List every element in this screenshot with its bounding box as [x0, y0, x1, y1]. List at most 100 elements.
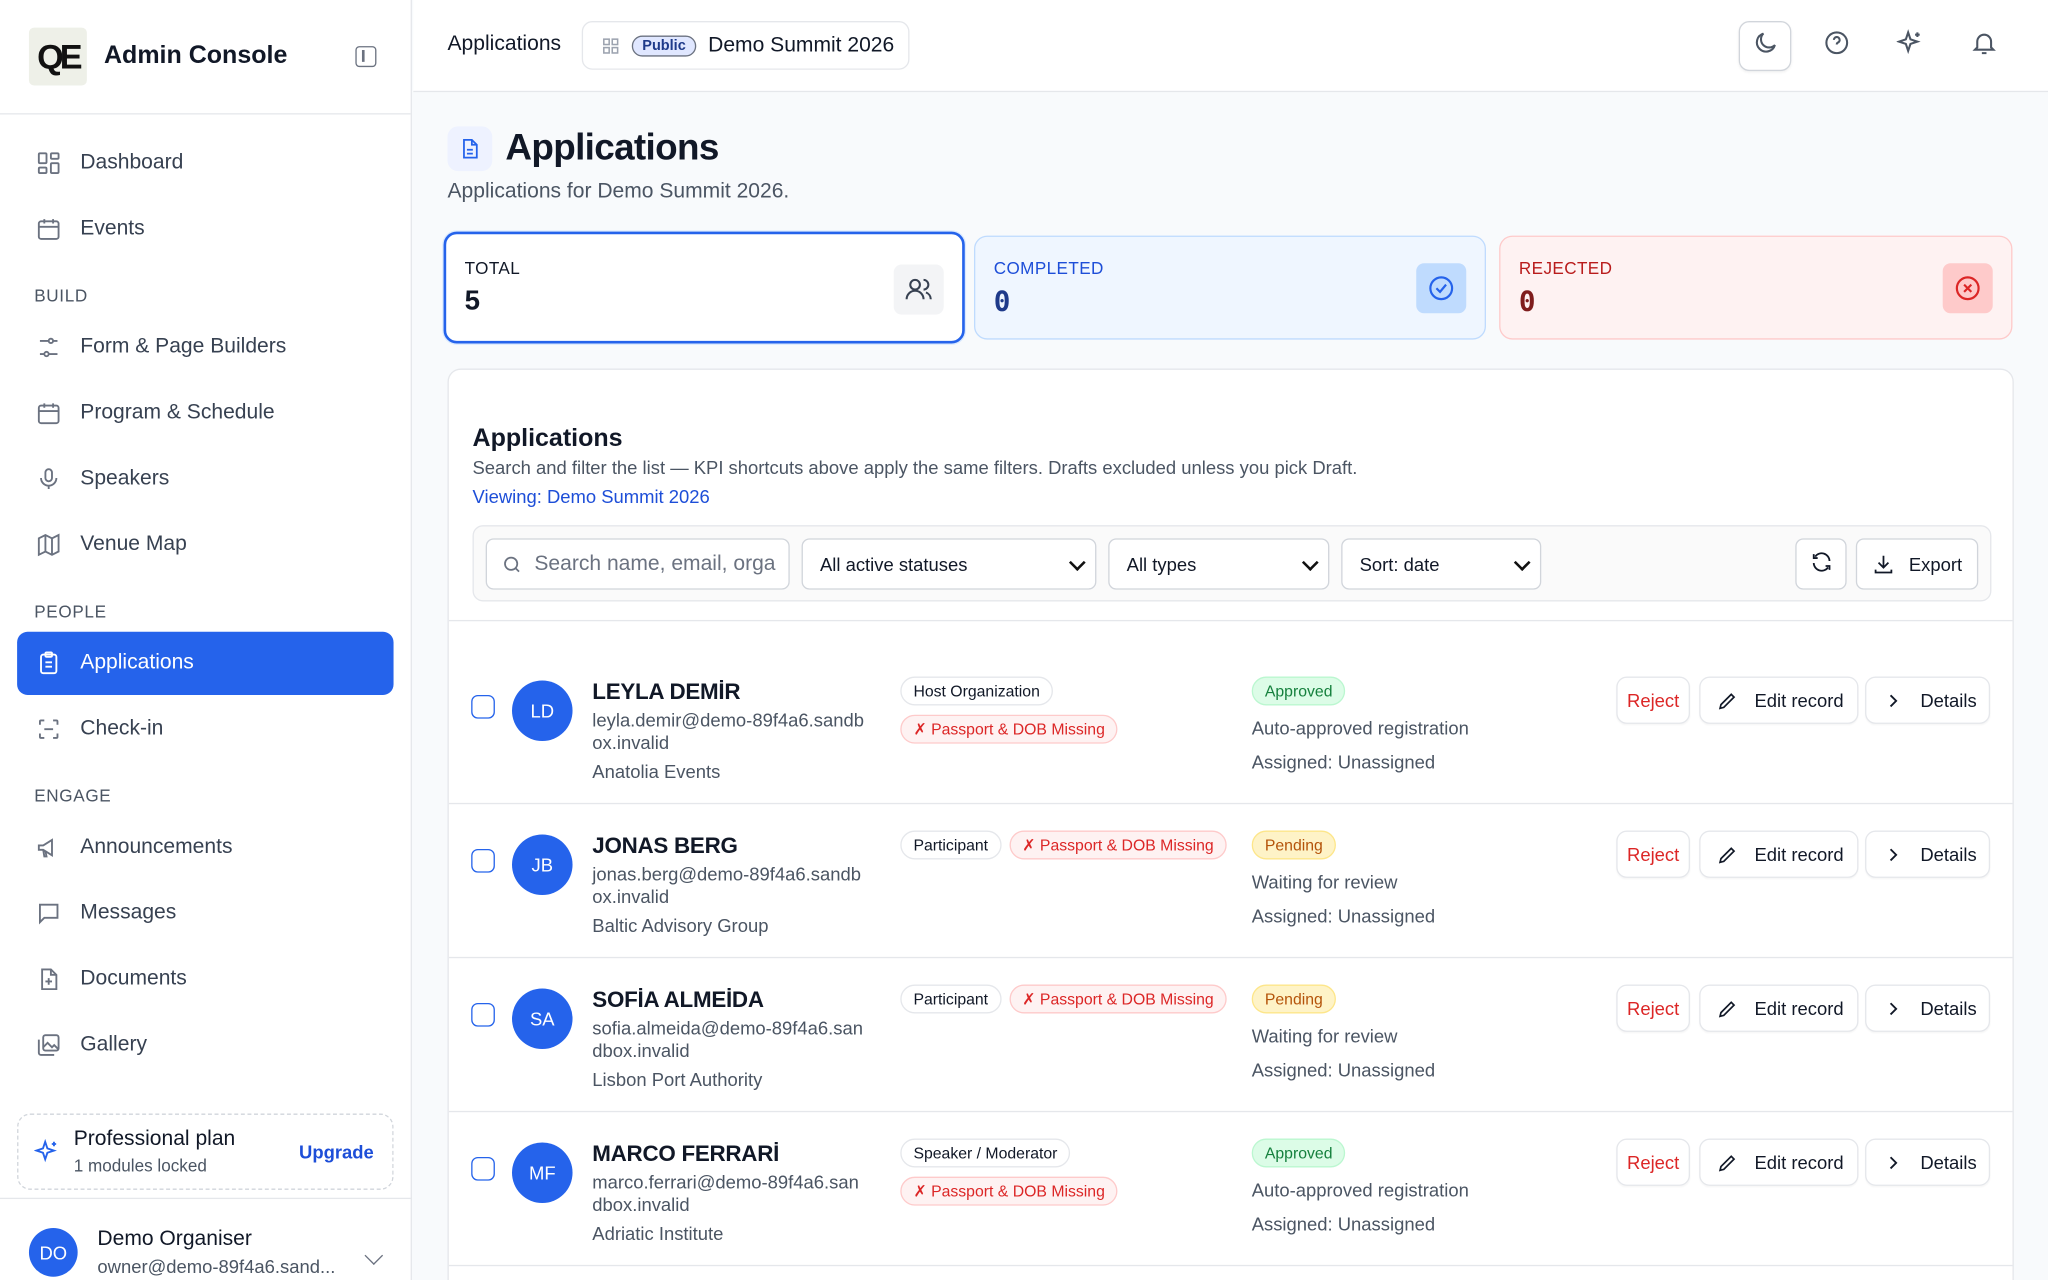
upgrade-link[interactable]: Upgrade — [299, 1141, 374, 1162]
chevron-right-icon — [1882, 997, 1920, 1019]
user-menu[interactable]: DO Demo Organiser owner@demo-89f4a6.sand… — [0, 1197, 412, 1280]
type-filter-select[interactable]: All types — [1108, 538, 1330, 590]
edit-record-button[interactable]: Edit record — [1699, 984, 1859, 1032]
sidebar-item-gallery[interactable]: Gallery — [17, 1013, 393, 1076]
applicant-org: Baltic Advisory Group — [592, 914, 769, 936]
sidebar-item-program-schedule[interactable]: Program & Schedule — [17, 382, 393, 445]
edit-record-button[interactable]: Edit record — [1699, 676, 1859, 724]
x-circle-icon — [1942, 263, 1993, 314]
kpi-rejected[interactable]: REJECTED 0 — [1499, 235, 2013, 340]
type-tag: Participant — [900, 984, 1002, 1014]
row-checkbox[interactable] — [471, 694, 495, 719]
clipboard-icon — [36, 650, 62, 676]
sidebar-section-people: PEOPLE — [34, 601, 107, 622]
row-checkbox[interactable] — [471, 1002, 495, 1027]
help-button[interactable] — [1810, 21, 1863, 71]
refresh-icon — [1809, 550, 1833, 578]
sparkle-icon — [1895, 29, 1924, 63]
kpi-value: 5 — [464, 285, 481, 316]
kpi-value: 0 — [993, 285, 1011, 318]
sidebar-item-messages[interactable]: Messages — [17, 882, 393, 945]
tag-list: Host Organization ✗ Passport & DOB Missi… — [900, 676, 1124, 744]
sidebar-item-announcements[interactable]: Announcements — [17, 816, 393, 879]
map-icon — [36, 532, 62, 558]
app-logo: QE — [28, 27, 87, 86]
event-switcher[interactable]: Public Demo Summit 2026 — [581, 21, 910, 70]
search-icon — [501, 554, 522, 575]
missing-doc-tag: ✗ Passport & DOB Missing — [1009, 830, 1227, 860]
users-icon — [893, 264, 944, 315]
sort-select[interactable]: Sort: date — [1341, 538, 1542, 590]
edit-label: Edit record — [1754, 843, 1844, 865]
grid-icon — [602, 36, 620, 54]
card-title: Applications — [472, 425, 623, 453]
download-icon — [1872, 552, 1896, 576]
moon-icon — [1751, 29, 1779, 63]
search-input[interactable] — [534, 552, 778, 576]
applicant-name[interactable]: SOFİA ALMEİDA — [592, 987, 764, 1013]
breadcrumb-event: Demo Summit 2026 — [708, 33, 895, 56]
sidebar-nav: Dashboard Events BUILD Form & Page Build… — [0, 115, 411, 1077]
breadcrumb-applications[interactable]: Applications — [448, 33, 562, 57]
edit-record-button[interactable]: Edit record — [1699, 830, 1859, 878]
sidebar-item-label: Speakers — [80, 467, 170, 490]
applications-card: Applications Search and filter the list … — [447, 368, 2014, 1280]
reject-button[interactable]: Reject — [1616, 830, 1691, 878]
chat-icon — [36, 900, 62, 926]
table-row: MF MARCO FERRARİ marco.ferrari@demo-89f4… — [448, 1112, 2013, 1267]
row-checkbox[interactable] — [471, 848, 495, 873]
row-checkbox[interactable] — [471, 1156, 495, 1181]
details-button[interactable]: Details — [1865, 984, 1991, 1032]
collapse-sidebar-icon[interactable] — [355, 46, 377, 68]
sliders-icon — [36, 334, 62, 360]
kpi-label: REJECTED — [1518, 257, 1613, 278]
details-button[interactable]: Details — [1865, 1138, 1991, 1186]
ai-assistant-button[interactable] — [1883, 21, 1936, 71]
details-button[interactable]: Details — [1865, 676, 1991, 724]
edit-label: Edit record — [1754, 1151, 1844, 1173]
details-button[interactable]: Details — [1865, 830, 1991, 878]
edit-record-button[interactable]: Edit record — [1699, 1138, 1859, 1186]
sidebar-item-venue-map[interactable]: Venue Map — [17, 513, 393, 576]
sidebar-item-documents[interactable]: Documents — [17, 948, 393, 1011]
reject-button[interactable]: Reject — [1616, 984, 1691, 1032]
theme-toggle-button[interactable] — [1738, 21, 1792, 72]
refresh-button[interactable] — [1795, 538, 1847, 590]
dashboard-icon — [36, 150, 62, 176]
pencil-icon — [1716, 1151, 1754, 1173]
applicant-name[interactable]: MARCO FERRARİ — [592, 1141, 779, 1167]
applications-list: LD LEYLA DEMİR leyla.demir@demo-89f4a6.s… — [448, 619, 2013, 1267]
export-button[interactable]: Export — [1855, 538, 1979, 590]
kpi-completed[interactable]: COMPLETED 0 — [973, 235, 1486, 340]
notifications-button[interactable] — [1957, 21, 2010, 71]
edit-label: Edit record — [1754, 689, 1844, 711]
sidebar-item-label: Venue Map — [80, 533, 187, 556]
details-label: Details — [1920, 689, 1977, 711]
kpi-total[interactable]: TOTAL 5 — [443, 231, 965, 344]
assignee: Assigned: Unassigned — [1251, 1213, 1436, 1235]
bell-icon — [1970, 29, 1998, 63]
reject-button[interactable]: Reject — [1616, 676, 1691, 724]
tag-list: Participant ✗ Passport & DOB Missing — [900, 984, 1242, 1014]
sidebar-item-form-builders[interactable]: Form & Page Builders — [17, 316, 393, 379]
plan-card: Professional plan 1 modules locked Upgra… — [17, 1113, 394, 1190]
sidebar-item-dashboard[interactable]: Dashboard — [17, 132, 393, 195]
sidebar-item-events[interactable]: Events — [17, 197, 393, 260]
status-badge: Approved — [1251, 1138, 1346, 1168]
sidebar-item-check-in[interactable]: Check-in — [17, 698, 393, 761]
applicant-name[interactable]: JONAS BERG — [592, 833, 738, 859]
reject-button[interactable]: Reject — [1616, 1138, 1691, 1186]
sidebar-item-label: Announcements — [80, 835, 233, 859]
search-box[interactable] — [485, 538, 790, 590]
status-filter-select[interactable]: All active statuses — [801, 538, 1097, 590]
chevron-down-icon[interactable] — [364, 1246, 384, 1265]
missing-doc-tag: ✗ Passport & DOB Missing — [900, 1176, 1119, 1206]
help-icon — [1822, 29, 1850, 63]
sidebar-item-applications[interactable]: Applications — [17, 631, 394, 695]
tag-list: Participant ✗ Passport & DOB Missing — [900, 830, 1242, 860]
sidebar-item-speakers[interactable]: Speakers — [17, 448, 393, 511]
assignee: Assigned: Unassigned — [1251, 905, 1436, 927]
table-row: SA SOFİA ALMEİDA sofia.almeida@demo-89f4… — [448, 958, 2013, 1113]
check-circle-icon — [1416, 263, 1467, 314]
applicant-name[interactable]: LEYLA DEMİR — [592, 679, 740, 705]
